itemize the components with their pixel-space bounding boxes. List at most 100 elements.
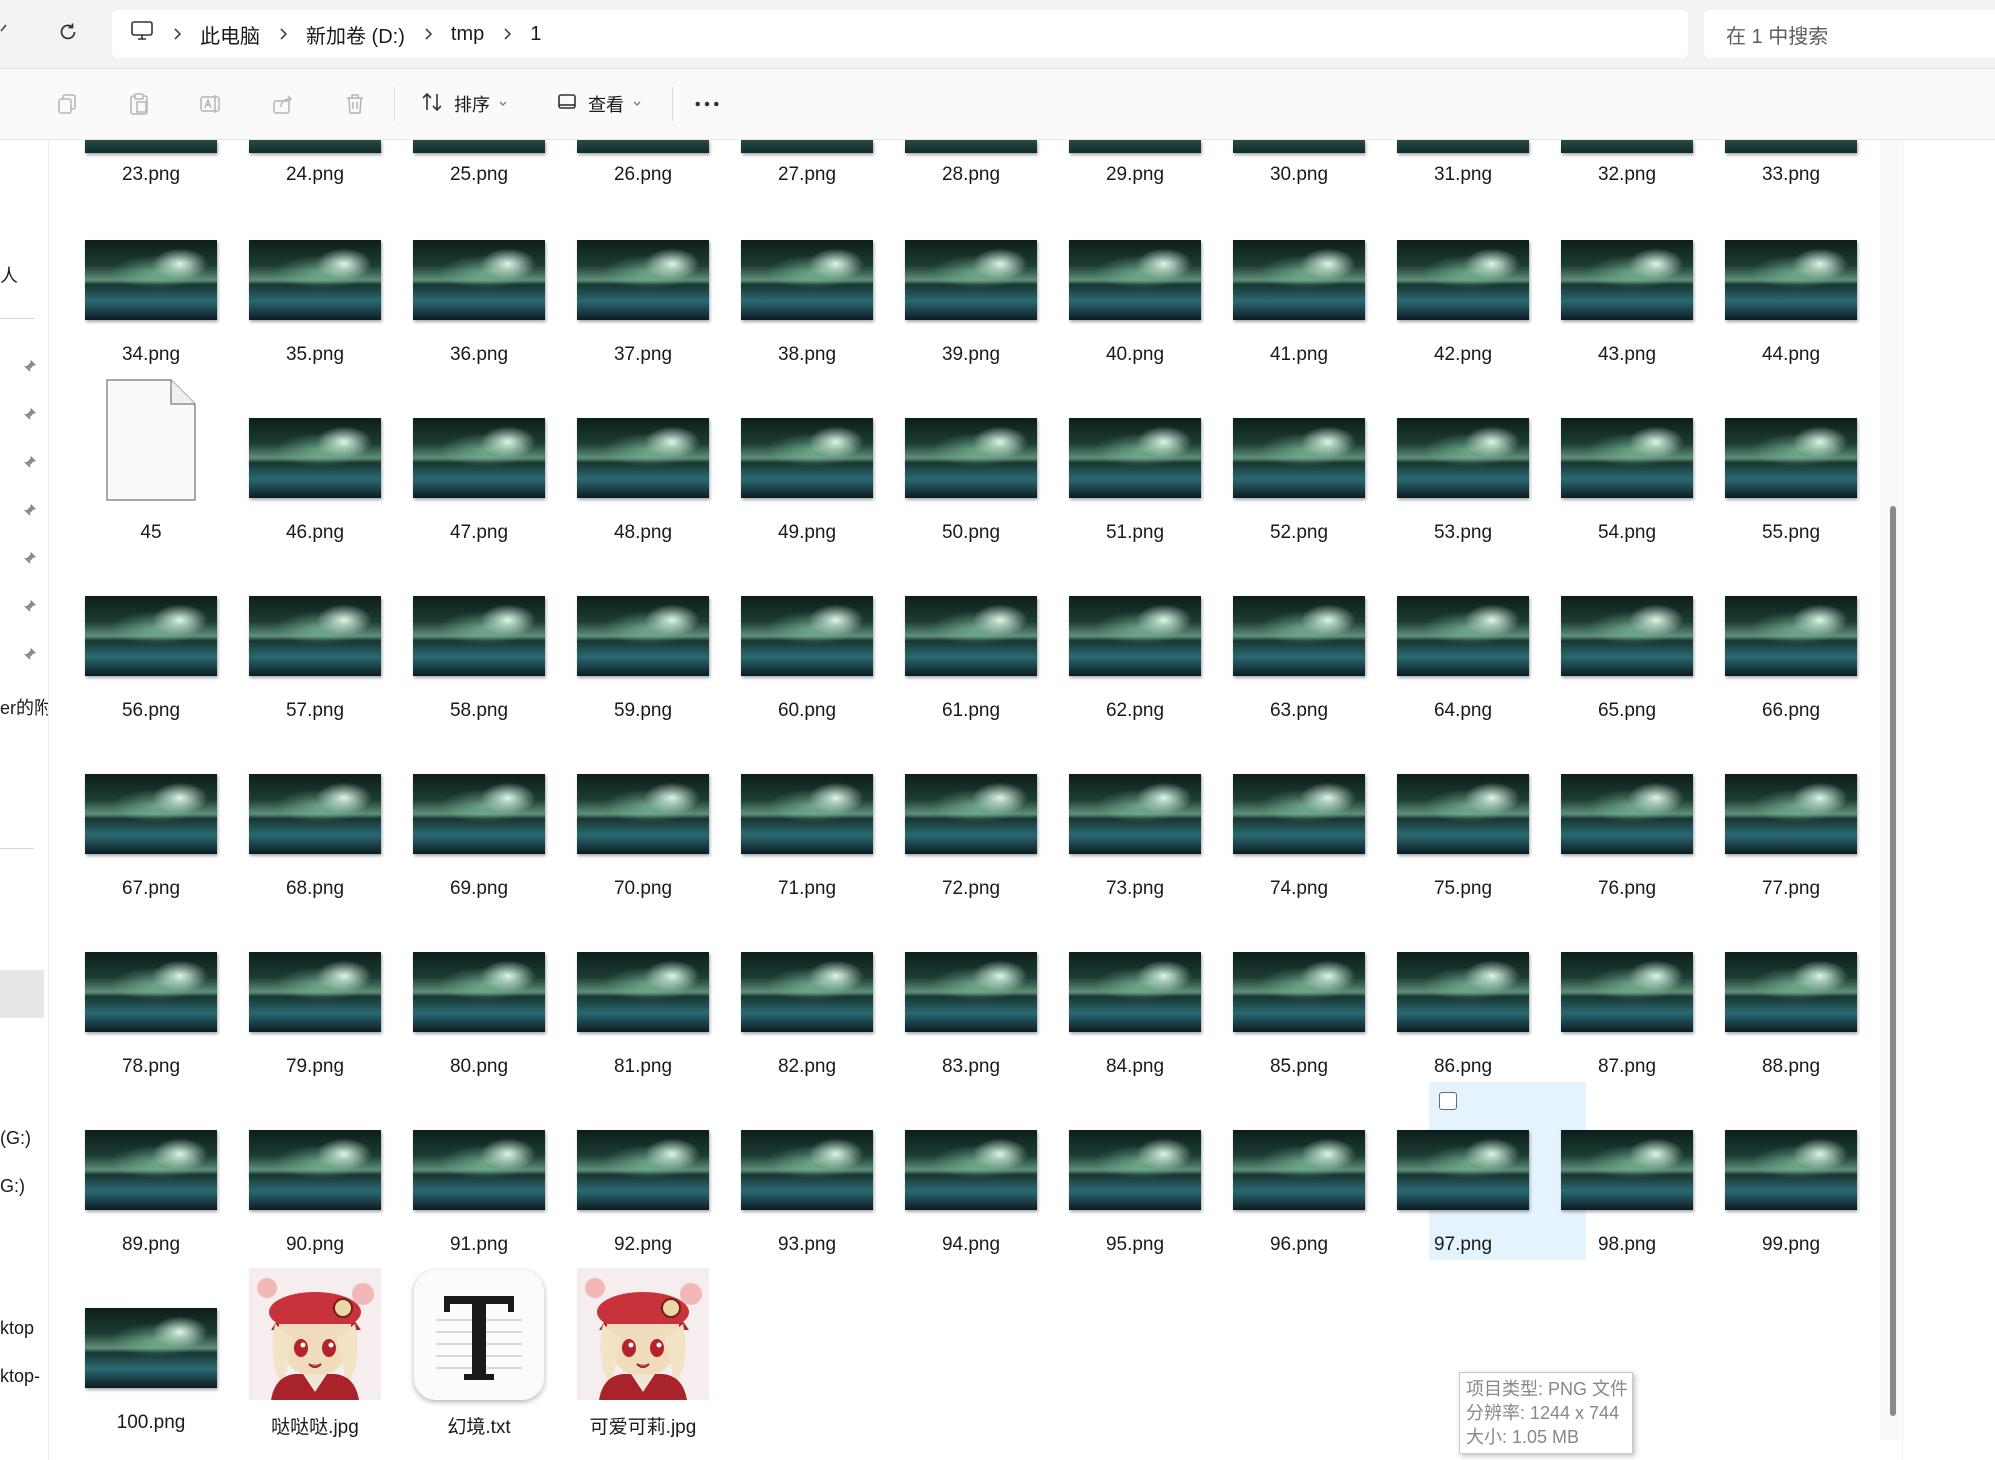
file-name[interactable]: 50.png <box>889 522 1053 544</box>
file-name[interactable]: 26.png <box>561 164 725 186</box>
file-name[interactable]: 86.png <box>1381 1056 1545 1078</box>
file-tile[interactable]: 56.png <box>69 554 233 732</box>
file-name[interactable]: 38.png <box>725 344 889 366</box>
file-name[interactable]: 81.png <box>561 1056 725 1078</box>
file-tile[interactable]: 77.png <box>1709 732 1873 910</box>
file-name[interactable]: 29.png <box>1053 164 1217 186</box>
scrollbar-thumb[interactable] <box>1890 506 1896 1416</box>
file-tile[interactable]: 99.png <box>1709 1088 1873 1266</box>
file-tile[interactable]: 72.png <box>889 732 1053 910</box>
file-tile[interactable]: 75.png <box>1381 732 1545 910</box>
file-tile[interactable]: 71.png <box>725 732 889 910</box>
file-tile[interactable]: 40.png <box>1053 198 1217 376</box>
file-tile[interactable]: 34.png <box>69 198 233 376</box>
file-name[interactable]: 92.png <box>561 1234 725 1256</box>
file-name[interactable]: 91.png <box>397 1234 561 1256</box>
file-tile[interactable]: 28.png <box>889 140 1053 196</box>
file-name[interactable]: 79.png <box>233 1056 397 1078</box>
chevron-right-icon[interactable] <box>278 27 288 41</box>
file-tile[interactable]: 55.png <box>1709 376 1873 554</box>
file-name[interactable]: 63.png <box>1217 700 1381 722</box>
file-name[interactable]: 61.png <box>889 700 1053 722</box>
file-tile[interactable]: 45 <box>69 376 233 554</box>
file-name[interactable]: 84.png <box>1053 1056 1217 1078</box>
file-name[interactable]: 68.png <box>233 878 397 900</box>
sidebar-item-label[interactable]: er的附 <box>0 694 48 720</box>
file-name[interactable]: 43.png <box>1545 344 1709 366</box>
file-name[interactable]: 98.png <box>1545 1234 1709 1256</box>
file-tile[interactable]: 27.png <box>725 140 889 196</box>
file-tile[interactable]: 67.png <box>69 732 233 910</box>
file-name[interactable]: 73.png <box>1053 878 1217 900</box>
file-tile[interactable]: 85.png <box>1217 910 1381 1088</box>
file-name[interactable]: 32.png <box>1545 164 1709 186</box>
file-name[interactable]: 58.png <box>397 700 561 722</box>
file-tile[interactable]: 81.png <box>561 910 725 1088</box>
file-name[interactable]: 100.png <box>69 1412 233 1434</box>
file-tile[interactable]: 91.png <box>397 1088 561 1266</box>
file-name[interactable]: 30.png <box>1217 164 1381 186</box>
file-name[interactable]: 52.png <box>1217 522 1381 544</box>
breadcrumb-item-this-pc[interactable]: 此电脑 <box>200 20 260 49</box>
file-name[interactable]: 53.png <box>1381 522 1545 544</box>
file-name[interactable]: 96.png <box>1217 1234 1381 1256</box>
file-name[interactable]: 39.png <box>889 344 1053 366</box>
file-name[interactable]: 44.png <box>1709 344 1873 366</box>
file-name[interactable]: 55.png <box>1709 522 1873 544</box>
file-tile[interactable]: 78.png <box>69 910 233 1088</box>
file-name[interactable]: 69.png <box>397 878 561 900</box>
file-name[interactable]: 28.png <box>889 164 1053 186</box>
file-tile[interactable]: 88.png <box>1709 910 1873 1088</box>
file-tile[interactable]: 47.png <box>397 376 561 554</box>
file-name[interactable]: 46.png <box>233 522 397 544</box>
breadcrumb-item-1[interactable]: 1 <box>530 23 541 46</box>
sidebar-item-label[interactable]: 人 <box>0 262 18 288</box>
file-tile[interactable]: 37.png <box>561 198 725 376</box>
file-tile[interactable]: 68.png <box>233 732 397 910</box>
file-tile[interactable]: 幻境.txt <box>397 1266 561 1444</box>
file-name[interactable]: 77.png <box>1709 878 1873 900</box>
view-button[interactable]: 查看 <box>556 87 642 121</box>
file-name[interactable]: 27.png <box>725 164 889 186</box>
file-tile[interactable]: 69.png <box>397 732 561 910</box>
file-tile[interactable]: 54.png <box>1545 376 1709 554</box>
file-name[interactable]: 41.png <box>1217 344 1381 366</box>
file-name[interactable]: 24.png <box>233 164 397 186</box>
file-name[interactable]: 31.png <box>1381 164 1545 186</box>
file-name[interactable]: 88.png <box>1709 1056 1873 1078</box>
file-tile[interactable]: 59.png <box>561 554 725 732</box>
sidebar-item-label[interactable]: ktop <box>0 1318 34 1339</box>
file-tile[interactable]: 57.png <box>233 554 397 732</box>
file-tile[interactable]: 42.png <box>1381 198 1545 376</box>
sidebar-item-label[interactable]: G:) <box>0 1176 25 1197</box>
file-name[interactable]: 66.png <box>1709 700 1873 722</box>
file-tile[interactable]: 70.png <box>561 732 725 910</box>
file-name[interactable]: 35.png <box>233 344 397 366</box>
file-tile[interactable]: 31.png <box>1381 140 1545 196</box>
cut-icon[interactable] <box>0 91 14 117</box>
file-tile[interactable]: 74.png <box>1217 732 1381 910</box>
file-name[interactable]: 51.png <box>1053 522 1217 544</box>
file-tile[interactable]: 100.png <box>69 1266 233 1444</box>
this-pc-icon[interactable] <box>130 20 154 48</box>
file-name[interactable]: 36.png <box>397 344 561 366</box>
file-tile[interactable]: 73.png <box>1053 732 1217 910</box>
chevron-right-icon[interactable] <box>172 27 182 41</box>
file-tile[interactable]: 82.png <box>725 910 889 1088</box>
up-arrow-icon[interactable] <box>0 22 10 45</box>
file-tile[interactable]: 86.png <box>1381 910 1545 1088</box>
file-name[interactable]: 62.png <box>1053 700 1217 722</box>
file-tile[interactable]: 49.png <box>725 376 889 554</box>
file-tile[interactable]: 95.png <box>1053 1088 1217 1266</box>
file-name[interactable]: 82.png <box>725 1056 889 1078</box>
breadcrumb-item-drive-d[interactable]: 新加卷 (D:) <box>306 20 405 49</box>
file-name[interactable]: 42.png <box>1381 344 1545 366</box>
file-tile[interactable]: 35.png <box>233 198 397 376</box>
paste-icon[interactable] <box>126 91 152 117</box>
file-tile[interactable]: 83.png <box>889 910 1053 1088</box>
file-name[interactable]: 99.png <box>1709 1234 1873 1256</box>
file-tile[interactable]: 79.png <box>233 910 397 1088</box>
file-tile[interactable]: 58.png <box>397 554 561 732</box>
file-name[interactable]: 幻境.txt <box>397 1412 561 1439</box>
sort-button[interactable]: 排序 <box>420 87 508 121</box>
